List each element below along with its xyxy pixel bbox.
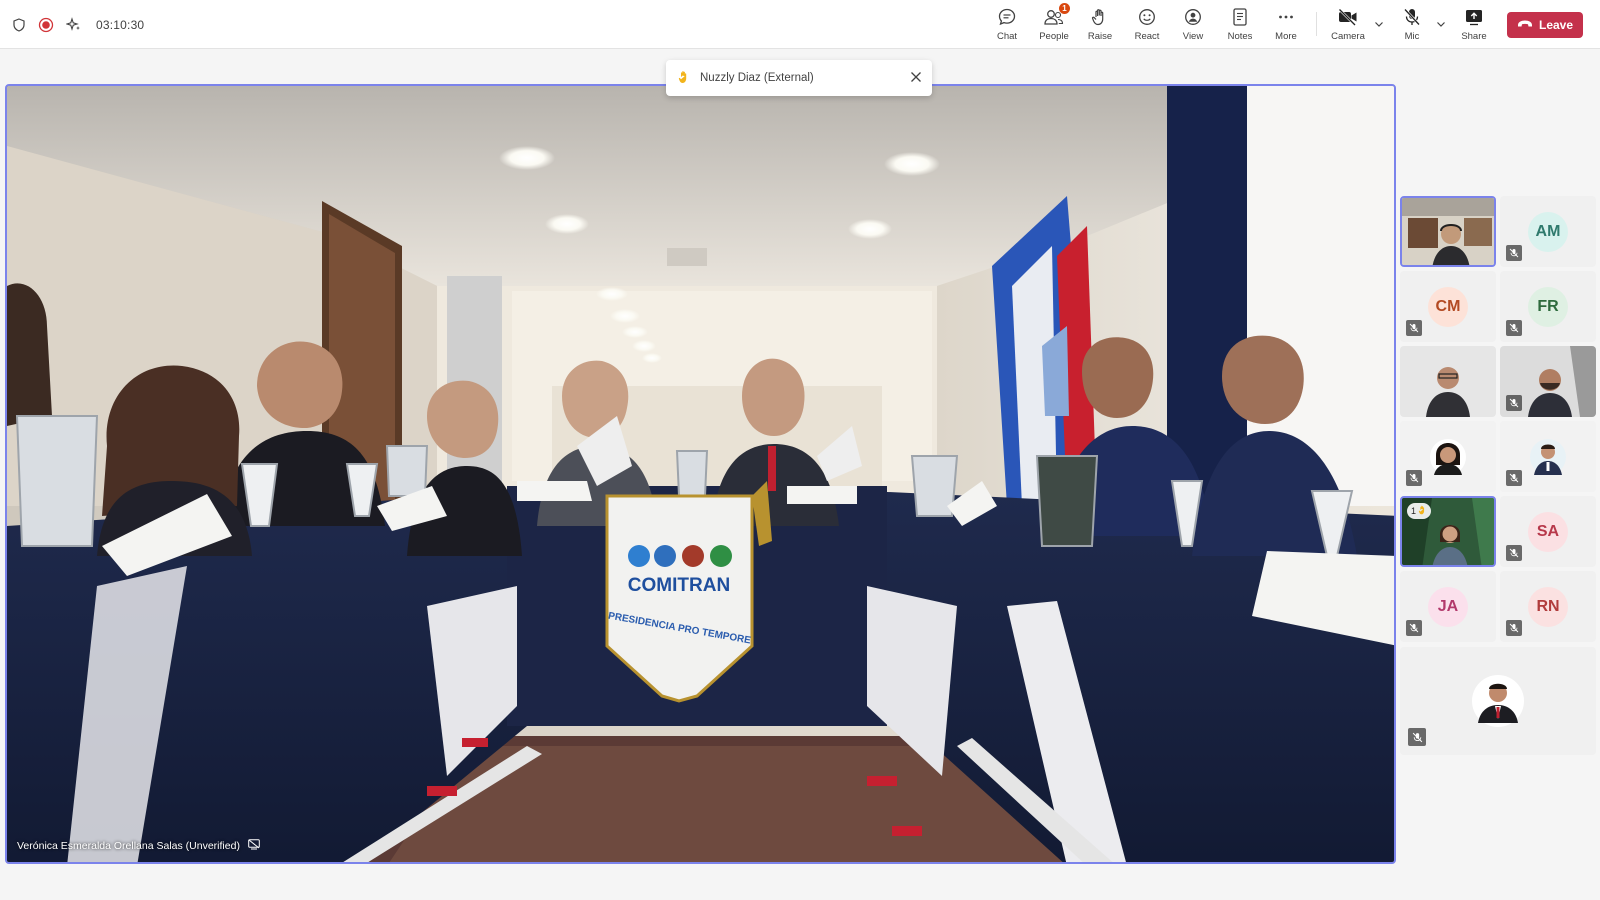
notification-text: Nuzzly Diaz (External) [700, 72, 814, 84]
participant-avatar: JA [1428, 587, 1468, 627]
meeting-room-video: COMITRAN PRESIDENCIA PRO TEMPORE [7, 86, 1394, 862]
leave-button[interactable]: Leave [1507, 12, 1583, 38]
mic-off-icon [1506, 470, 1522, 486]
mic-off-icon [1401, 6, 1423, 28]
share-icon [1463, 6, 1485, 28]
participant-tile[interactable] [1500, 421, 1596, 492]
people-icon: 1 [1043, 3, 1070, 28]
mic-off-icon [1406, 320, 1422, 336]
participant-tile[interactable] [1400, 647, 1596, 755]
mic-off-icon [1506, 245, 1522, 261]
view-icon [1182, 6, 1204, 28]
mic-off-icon [1506, 320, 1522, 336]
close-notification-icon[interactable] [910, 71, 922, 86]
banner-title: COMITRAN [628, 575, 730, 596]
more-button[interactable]: More [1264, 6, 1308, 44]
participant-tile[interactable]: 1 [1400, 496, 1496, 567]
participant-tile[interactable]: JA [1400, 571, 1496, 642]
notes-button[interactable]: Notes [1218, 6, 1262, 44]
participant-tile[interactable] [1500, 346, 1596, 417]
participant-video [1400, 647, 1596, 755]
mic-button[interactable]: Mic [1390, 6, 1434, 44]
share-button[interactable]: Share [1452, 6, 1496, 44]
raised-hand-icon [1418, 505, 1427, 517]
participant-tile[interactable] [1400, 346, 1496, 417]
copilot-sparkle-icon[interactable] [66, 17, 82, 33]
toolbar-divider [1316, 12, 1317, 36]
people-badge: 1 [1059, 3, 1070, 14]
smile-icon [1136, 6, 1158, 28]
participant-avatar: AM [1528, 212, 1568, 252]
react-button[interactable]: React [1125, 6, 1169, 44]
mic-off-icon [1506, 620, 1522, 636]
shield-icon[interactable] [12, 18, 26, 32]
hand-icon [1089, 6, 1111, 28]
mic-off-icon [1506, 545, 1522, 561]
mic-off-icon [1408, 728, 1426, 746]
mic-off-icon [1506, 395, 1522, 411]
chat-button[interactable]: Chat [985, 6, 1029, 44]
participant-name: Verónica Esmeralda Orellana Salas (Unver… [17, 840, 240, 852]
people-button[interactable]: 1 People [1032, 3, 1076, 44]
participant-tile[interactable] [1400, 421, 1496, 492]
camera-button[interactable]: Camera [1326, 6, 1370, 44]
participant-tile[interactable]: SA [1500, 496, 1596, 567]
raised-hand-notification[interactable]: Nuzzly Diaz (External) [666, 60, 932, 96]
participant-avatar: RN [1528, 587, 1568, 627]
raised-hand-icon [678, 70, 690, 87]
participant-tile[interactable]: FR [1500, 271, 1596, 342]
recording-icon[interactable] [38, 17, 54, 33]
participant-avatar: FR [1528, 287, 1568, 327]
meeting-toolbar: 03:10:30 Chat 1 People Raise React View [0, 0, 1600, 49]
meeting-status: 03:10:30 [12, 14, 144, 36]
meeting-timer: 03:10:30 [96, 18, 145, 32]
camera-options-chevron-icon[interactable] [1373, 17, 1385, 29]
view-button[interactable]: View [1171, 6, 1215, 44]
screen-share-indicator-icon [248, 839, 260, 853]
participant-name-tag: Verónica Esmeralda Orellana Salas (Unver… [17, 839, 260, 853]
phone-hangup-icon [1517, 18, 1533, 32]
participant-tile[interactable]: RN [1500, 571, 1596, 642]
main-video[interactable]: COMITRAN PRESIDENCIA PRO TEMPORE Verónic… [5, 84, 1396, 864]
camera-off-icon [1337, 6, 1359, 28]
participant-avatar: CM [1428, 287, 1468, 327]
notes-icon [1229, 6, 1251, 28]
mic-off-icon [1406, 470, 1422, 486]
participant-tile[interactable]: AM [1500, 196, 1596, 267]
participant-video [1402, 198, 1494, 265]
chat-icon [996, 6, 1018, 28]
participant-avatar: SA [1528, 512, 1568, 552]
participant-tile[interactable]: CM [1400, 271, 1496, 342]
more-dots-icon [1275, 6, 1297, 28]
participant-tile[interactable] [1400, 196, 1496, 267]
participant-video [1400, 346, 1496, 417]
raise-hand-button[interactable]: Raise [1078, 6, 1122, 44]
mic-options-chevron-icon[interactable] [1435, 17, 1447, 29]
mic-off-icon [1406, 620, 1422, 636]
raised-hand-indicator: 1 [1407, 503, 1432, 519]
